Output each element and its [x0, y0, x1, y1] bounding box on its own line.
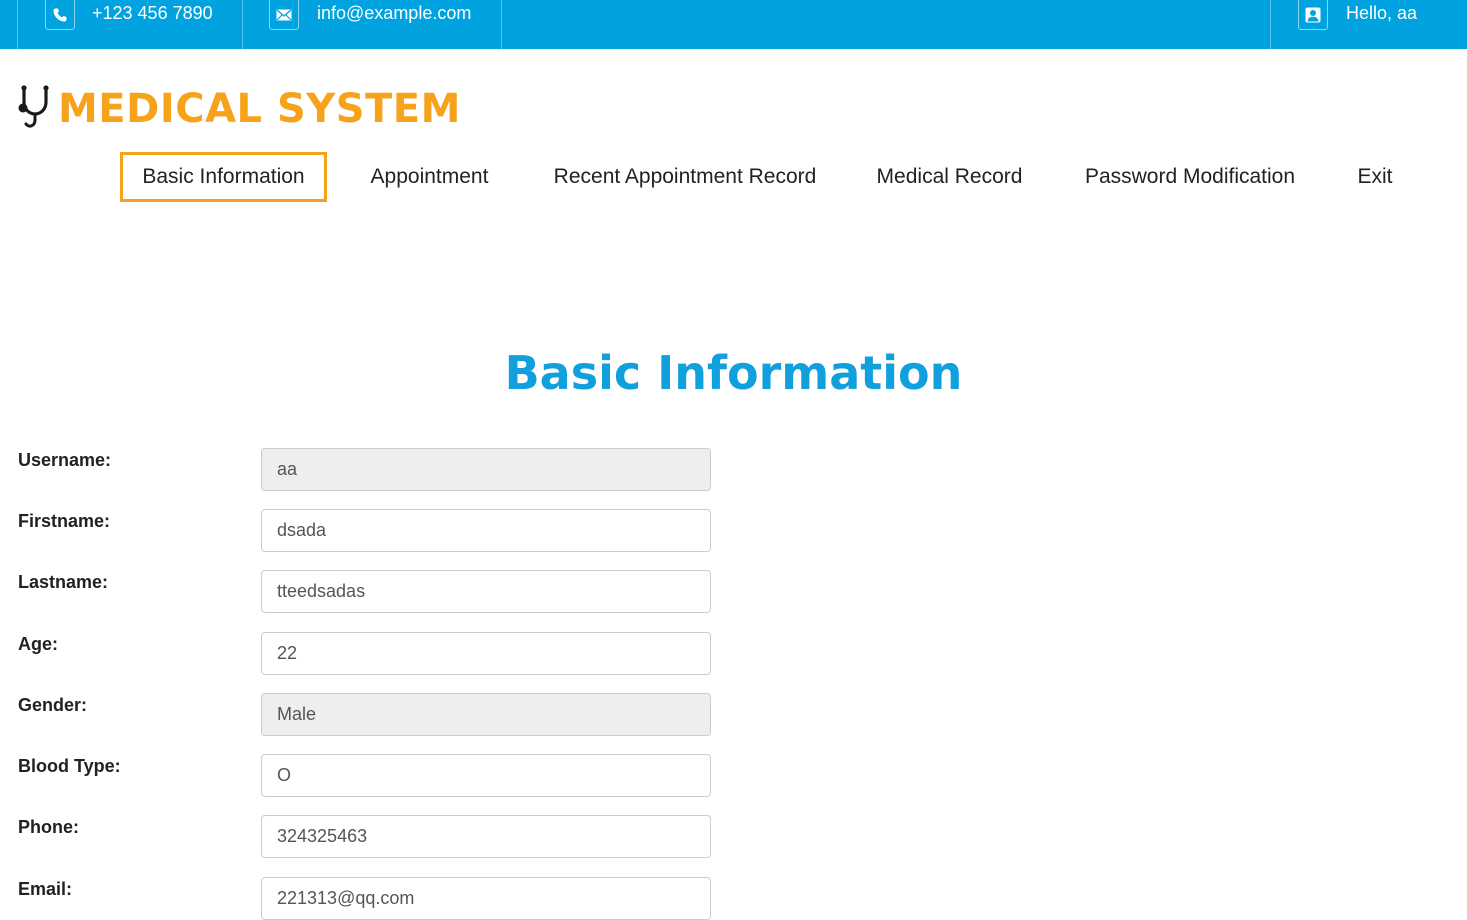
gender-field[interactable]	[261, 693, 711, 736]
blood-type-field[interactable]	[261, 754, 711, 797]
age-label: Age:	[18, 634, 58, 654]
gender-label: Gender:	[18, 695, 88, 715]
username-label: Username:	[18, 450, 112, 470]
brand-name: MEDICAL SYSTEM	[58, 86, 461, 132]
firstname-field[interactable]	[261, 509, 711, 552]
nav-password-modification[interactable]: Password Modification	[1066, 152, 1314, 202]
nav-medical-record[interactable]: Medical Record	[862, 152, 1037, 202]
user-icon	[1298, 0, 1328, 30]
topbar-phone[interactable]: +123 456 7890	[92, 3, 213, 24]
top-bar: +123 456 7890 info@example.com Hello, aa	[0, 0, 1467, 49]
lastname-field[interactable]	[261, 570, 711, 613]
nav-basic-information[interactable]: Basic Information	[120, 152, 327, 202]
nav-exit[interactable]: Exit	[1345, 152, 1405, 202]
topbar-divider	[501, 0, 502, 49]
phone-label: Phone:	[18, 817, 79, 837]
topbar-divider	[242, 0, 243, 49]
topbar-divider	[17, 0, 18, 49]
blood-type-label: Blood Type:	[18, 756, 121, 776]
page-title: Basic Information	[504, 346, 963, 400]
topbar-divider	[1270, 0, 1271, 49]
email-label: Email:	[18, 879, 73, 899]
phone-field[interactable]	[261, 815, 711, 858]
brand-logo[interactable]: MEDICAL SYSTEM	[18, 84, 461, 134]
stethoscope-icon	[18, 84, 56, 135]
age-field[interactable]	[261, 632, 711, 675]
nav-appointment[interactable]: Appointment	[352, 152, 507, 202]
firstname-label: Firstname:	[18, 511, 111, 531]
email-field[interactable]	[261, 877, 711, 920]
topbar-email[interactable]: info@example.com	[317, 3, 471, 24]
nav-recent-appointment-record[interactable]: Recent Appointment Record	[535, 152, 835, 202]
user-greeting[interactable]: Hello, aa	[1346, 3, 1417, 24]
lastname-label: Lastname:	[18, 572, 109, 592]
envelope-icon	[269, 0, 299, 30]
phone-icon	[45, 0, 75, 30]
username-field[interactable]	[261, 448, 711, 491]
